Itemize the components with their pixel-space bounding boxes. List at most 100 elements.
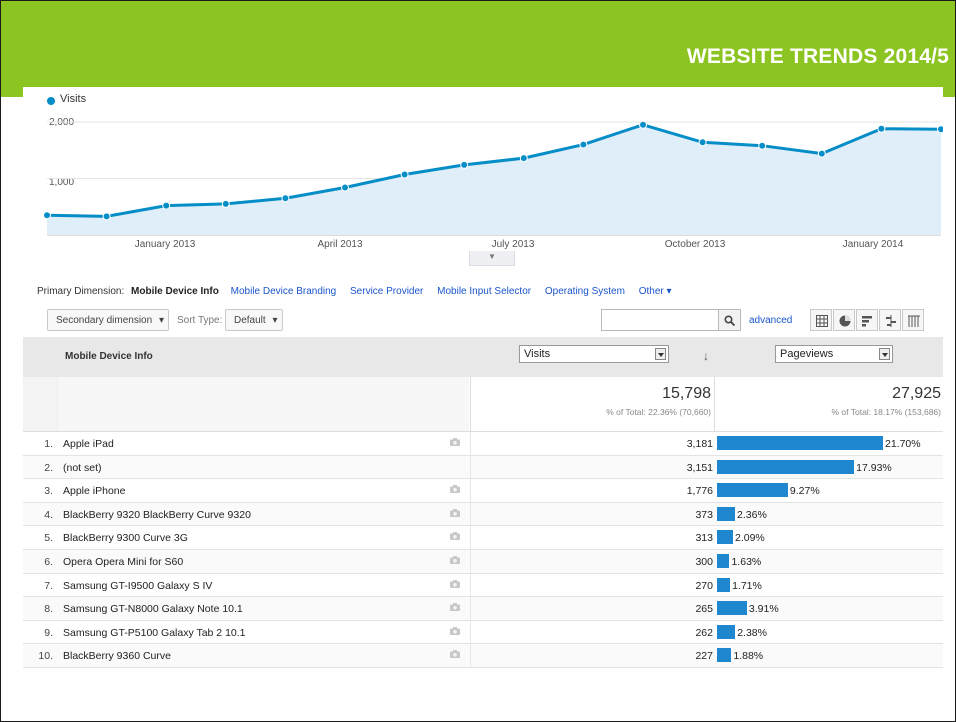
row-index: 3.	[44, 485, 53, 498]
metric1-select[interactable]: Visits	[519, 345, 669, 363]
secondary-dimension-dropdown[interactable]: Secondary dimension ▾	[47, 309, 169, 331]
dimension-link-input-selector[interactable]: Mobile Input Selector	[437, 286, 531, 297]
row-index: 2.	[44, 461, 53, 474]
totals-dimension-cell	[59, 377, 469, 431]
visits-chart: Visits 2,000 1,000 January 2013 April 20…	[23, 87, 943, 257]
row-visits: 373	[695, 508, 713, 521]
pie-view-icon[interactable]	[833, 309, 855, 331]
visits-data-point[interactable]	[758, 141, 767, 150]
current-dimension: Mobile Device Info	[131, 286, 219, 297]
visits-data-point[interactable]	[817, 149, 826, 158]
row-device-name[interactable]: BlackBerry 9300 Curve 3G	[63, 532, 188, 544]
bar-view-icon[interactable]	[856, 309, 878, 331]
table-row[interactable]: 4. BlackBerry 9320 BlackBerry Curve 9320 3…	[23, 502, 943, 527]
row-pageviews-percent: 2.38%	[737, 626, 767, 639]
camera-icon[interactable]	[450, 626, 460, 635]
table-header: Mobile Device Info Visits ↓ Pageviews	[23, 337, 943, 377]
camera-icon[interactable]	[450, 485, 460, 494]
table-row[interactable]: 1. Apple iPad 3,181 21.70%	[23, 432, 943, 456]
camera-icon[interactable]	[450, 650, 460, 659]
row-index: 6.	[44, 555, 53, 568]
camera-icon[interactable]	[450, 508, 460, 517]
camera-icon[interactable]	[450, 438, 460, 446]
chevron-down-icon	[879, 348, 890, 360]
row-device-name[interactable]: Samsung GT-I9500 Galaxy S IV	[63, 580, 212, 592]
column-divider	[470, 377, 471, 431]
visits-data-point[interactable]	[698, 138, 707, 147]
row-visits: 3,181	[686, 438, 713, 450]
dimension-link-branding[interactable]: Mobile Device Branding	[231, 286, 337, 297]
visits-data-point[interactable]	[639, 120, 647, 129]
row-index: 4.	[44, 508, 53, 521]
metric2-select[interactable]: Pageviews	[775, 345, 893, 363]
secondary-dimension-label: Secondary dimension	[56, 315, 153, 326]
visits-data-point[interactable]	[937, 125, 944, 134]
metric1-value: Visits	[524, 348, 551, 360]
dimension-other-dropdown[interactable]: Other ▾	[639, 286, 672, 297]
total-visits-share: % of Total: 22.36% (70,660)	[606, 407, 711, 417]
search-button[interactable]	[719, 309, 741, 331]
dimension-other-label: Other	[638, 286, 664, 297]
column-divider	[470, 549, 471, 573]
table-row[interactable]: 3. Apple iPhone 1,776 9.27%	[23, 479, 943, 503]
advanced-filter-link[interactable]: advanced	[749, 315, 792, 326]
table-view-icon[interactable]	[810, 309, 832, 331]
visits-data-point[interactable]	[341, 183, 349, 192]
table-row[interactable]: 7. Samsung GT-I9500 Galaxy S IV 270 1.71%	[23, 573, 943, 598]
row-device-name[interactable]: Apple iPhone	[63, 485, 125, 497]
row-index: 9.	[44, 626, 53, 639]
table-row[interactable]: 2. (not set) 3,151 17.93%	[23, 455, 943, 480]
row-pageviews-percent: 1.63%	[731, 555, 762, 568]
camera-icon[interactable]	[450, 603, 460, 612]
chart-expand-handle[interactable]: ▼	[469, 251, 515, 266]
pageviews-share-bar	[717, 624, 736, 639]
camera-icon[interactable]	[450, 532, 460, 541]
sort-type-value: Default	[234, 315, 266, 326]
pageviews-share-bar	[717, 459, 855, 474]
table-row[interactable]: 9. Samsung GT-P5100 Galaxy Tab 2 10.1 262 2…	[23, 620, 943, 645]
totals-row: 15,798 % of Total: 22.36% (70,660) 27,92…	[23, 377, 943, 432]
total-pageviews: 27,925	[892, 385, 941, 402]
row-device-name[interactable]: Samsung GT-N8000 Galaxy Note 10.1	[63, 603, 243, 615]
visits-data-point[interactable]	[400, 170, 409, 179]
table-search-input[interactable]	[601, 309, 719, 331]
visits-data-point[interactable]	[43, 211, 51, 220]
pageviews-share-bar	[717, 483, 788, 498]
visits-data-point[interactable]	[579, 140, 588, 149]
column-header-dimension[interactable]: Mobile Device Info	[65, 351, 153, 362]
camera-icon[interactable]	[450, 579, 460, 588]
x-tick-label: April 2013	[317, 239, 363, 250]
table-row[interactable]: 10. BlackBerry 9360 Curve 227 1.88%	[23, 644, 943, 668]
table-row[interactable]: 6. Opera Opera Mini for S60 300 1.63%	[23, 549, 943, 574]
comparison-view-icon[interactable]	[879, 309, 901, 331]
visits-data-point[interactable]	[221, 199, 230, 208]
visits-data-point[interactable]	[519, 154, 528, 163]
row-device-name[interactable]: BlackBerry 9320 BlackBerry Curve 9320	[63, 509, 251, 521]
row-device-name[interactable]: BlackBerry 9360 Curve	[63, 650, 171, 662]
visits-data-point[interactable]	[877, 124, 886, 133]
table-row[interactable]: 8. Samsung GT-N8000 Galaxy Note 10.1 265 3.…	[23, 597, 943, 621]
row-device-name[interactable]: (not set)	[63, 462, 102, 474]
dimension-link-operating-system[interactable]: Operating System	[545, 286, 625, 297]
row-index: 10.	[38, 650, 53, 663]
pageviews-share-bar	[717, 506, 736, 521]
visits-data-point[interactable]	[162, 201, 171, 210]
row-device-name[interactable]: Apple iPad	[63, 438, 114, 450]
row-device-name[interactable]: Opera Opera Mini for S60	[63, 556, 183, 568]
row-visits: 270	[695, 579, 713, 592]
row-device-name[interactable]: Samsung GT-P5100 Galaxy Tab 2 10.1	[63, 627, 246, 639]
total-pageviews-share: % of Total: 18.17% (153,686)	[831, 407, 941, 417]
sort-type-dropdown[interactable]: Default ▾	[225, 309, 283, 331]
dimension-link-service-provider[interactable]: Service Provider	[350, 286, 423, 297]
column-divider	[470, 597, 471, 620]
visits-data-point[interactable]	[460, 160, 469, 169]
column-divider	[470, 502, 471, 526]
visits-data-point[interactable]	[281, 194, 290, 203]
sort-arrow-icon[interactable]: ↓	[703, 349, 709, 363]
row-pageviews-percent: 17.93%	[856, 461, 892, 474]
pivot-view-icon[interactable]	[902, 309, 924, 331]
row-pageviews-percent: 21.70%	[885, 438, 921, 450]
camera-icon[interactable]	[450, 555, 460, 564]
table-row[interactable]: 5. BlackBerry 9300 Curve 3G 313 2.09%	[23, 526, 943, 550]
visits-data-point[interactable]	[102, 212, 111, 221]
